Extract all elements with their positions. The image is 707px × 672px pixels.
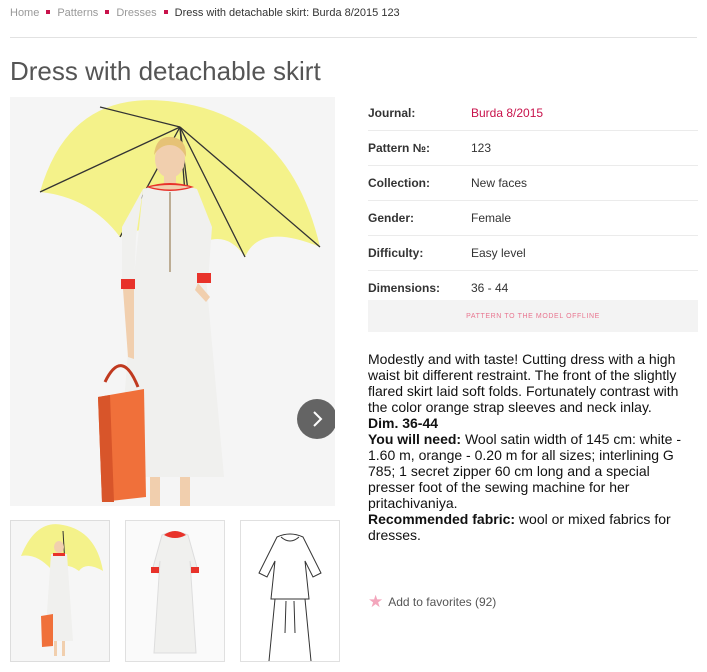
property-value: New faces xyxy=(471,176,528,190)
property-label: Gender: xyxy=(368,211,415,225)
thumbnail-sketch-illustration xyxy=(241,521,339,661)
property-value: 36 - 44 xyxy=(471,281,509,295)
property-label: Pattern №: xyxy=(368,141,431,155)
breadcrumb-dresses[interactable]: Dresses xyxy=(116,7,156,19)
property-gender: Gender: Female xyxy=(368,201,698,236)
recommended-fabric-label: Recommended fabric: xyxy=(368,511,516,527)
pattern-properties: Journal: Burda 8/2015 Pattern №: 123 Col… xyxy=(368,96,698,306)
star-icon: ★ xyxy=(368,592,384,611)
property-pattern-number: Pattern №: 123 xyxy=(368,131,698,166)
next-image-button[interactable] xyxy=(297,399,335,439)
property-collection: Collection: New faces xyxy=(368,166,698,201)
main-product-image[interactable] xyxy=(10,97,335,506)
journal-link[interactable]: Burda 8/2015 xyxy=(471,106,543,120)
thumbnail-model-illustration xyxy=(11,521,109,661)
thumbnail-dress-illustration xyxy=(126,521,224,661)
breadcrumb-separator-icon xyxy=(105,10,110,15)
property-label: Difficulty: xyxy=(368,246,424,260)
favorites-label: Add to favorites (92) xyxy=(388,595,497,609)
property-label: Collection: xyxy=(368,176,430,190)
you-will-need-label: You will need: xyxy=(368,431,462,447)
breadcrumb-separator-icon xyxy=(46,10,51,15)
pattern-description: Modestly and with taste! Cutting dress w… xyxy=(368,351,698,543)
description-dimensions: Dim. 36-44 xyxy=(368,415,439,431)
breadcrumb-separator-icon xyxy=(163,10,168,15)
add-to-favorites-button[interactable]: ★ Add to favorites (92) xyxy=(368,592,496,612)
thumbnail-dress-drawing[interactable] xyxy=(125,520,225,662)
thumbnail-photo[interactable] xyxy=(10,520,110,662)
breadcrumb: Home Patterns Dresses Dress with detachable… xyxy=(10,7,400,19)
property-label: Journal: xyxy=(368,106,416,120)
pattern-offline-button[interactable]: PATTERN TO THE MODEL OFFLINE xyxy=(368,300,698,332)
breadcrumb-current: Dress with detachable skirt: Burda 8/201… xyxy=(174,7,400,19)
property-value: Female xyxy=(471,211,512,225)
property-difficulty: Difficulty: Easy level xyxy=(368,236,698,271)
breadcrumb-patterns[interactable]: Patterns xyxy=(57,7,98,19)
breadcrumb-home[interactable]: Home xyxy=(10,7,39,19)
property-label: Dimensions: xyxy=(368,281,441,295)
description-text: Modestly and with taste! Cutting dress w… xyxy=(368,351,679,415)
property-value: Easy level xyxy=(471,246,526,260)
model-with-umbrella-illustration xyxy=(10,97,335,506)
page-title: Dress with detachable skirt xyxy=(10,56,321,86)
property-journal: Journal: Burda 8/2015 xyxy=(368,96,698,131)
thumbnail-technical-sketch[interactable] xyxy=(240,520,340,662)
chevron-right-icon xyxy=(313,411,323,427)
header-divider xyxy=(10,37,697,38)
property-value: 123 xyxy=(471,141,492,155)
